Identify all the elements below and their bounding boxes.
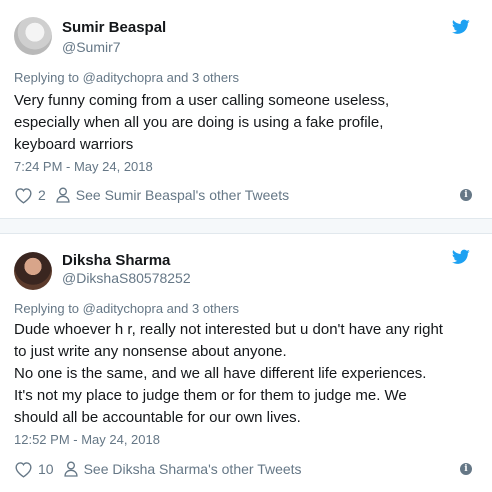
display-name[interactable]: Diksha Sharma: [62, 252, 170, 269]
like-count: 2: [38, 187, 46, 203]
display-name[interactable]: Sumir Beaspal: [62, 19, 166, 36]
like-button[interactable]: 2: [14, 187, 46, 204]
tweet-text-line: should all be accountable for our own li…: [14, 409, 301, 426]
tweet-text-line: to just write any nonsense about anyone.: [14, 343, 287, 360]
other-tweets-link[interactable]: See Diksha Sharma's other Tweets: [63, 461, 302, 477]
person-icon: [56, 187, 70, 203]
reply-prefix: Replying to: [14, 301, 83, 316]
reply-prefix: Replying to: [14, 70, 83, 85]
other-tweets-label: See Sumir Beaspal's other Tweets: [75, 187, 290, 203]
embedded-tweets-page: Sumir Beaspal @Sumir7 Replying to @adity…: [0, 0, 492, 492]
tweet-separator: [0, 218, 492, 234]
tweet-actions: 10 See Diksha Sharma's other Tweets: [14, 459, 302, 479]
other-tweets-link[interactable]: See Sumir Beaspal's other Tweets: [56, 187, 289, 203]
tweet-card: Sumir Beaspal @Sumir7 Replying to @adity…: [0, 0, 492, 220]
tweet-text: Dude whoever h r, really not interested …: [14, 319, 479, 429]
info-icon[interactable]: i: [460, 463, 472, 475]
info-icon[interactable]: i: [460, 189, 472, 201]
like-count: 10: [38, 461, 54, 477]
tweet-text-line: Very funny coming from a user calling so…: [14, 92, 390, 109]
user-handle[interactable]: @Sumir7: [62, 39, 121, 55]
tweet-text-line: Dude whoever h r, really not interested …: [14, 321, 443, 338]
avatar[interactable]: [14, 17, 52, 55]
heart-icon: [15, 187, 32, 204]
tweet-text-line: especially when all you are doing is usi…: [14, 114, 384, 131]
tweet-card: Diksha Sharma @DikshaS80578252 Replying …: [0, 234, 492, 492]
tweet-text-line: No one is the same, and we all have diff…: [14, 365, 427, 382]
user-handle[interactable]: @DikshaS80578252: [62, 270, 191, 286]
like-button[interactable]: 10: [14, 461, 54, 478]
mention-link[interactable]: @aditychopra: [83, 70, 163, 85]
twitter-bird-icon[interactable]: [452, 19, 470, 35]
other-tweets-label: See Diksha Sharma's other Tweets: [83, 461, 302, 477]
reply-context: Replying to @aditychopra and 3 others: [14, 301, 239, 316]
timestamp[interactable]: 12:52 PM - May 24, 2018: [14, 432, 160, 447]
mention-link[interactable]: @aditychopra: [83, 301, 163, 316]
tweet-actions: 2 See Sumir Beaspal's other Tweets: [14, 185, 289, 205]
reply-context: Replying to @aditychopra and 3 others: [14, 70, 239, 85]
heart-icon: [15, 461, 32, 478]
timestamp[interactable]: 7:24 PM - May 24, 2018: [14, 159, 153, 174]
tweet-text-line: keyboard warriors: [14, 136, 134, 153]
avatar[interactable]: [14, 252, 52, 290]
tweet-text-line: It's not my place to judge them or for t…: [14, 387, 407, 404]
reply-others[interactable]: and 3 others: [163, 70, 239, 85]
twitter-bird-icon[interactable]: [452, 249, 470, 265]
person-icon: [63, 461, 78, 477]
reply-others[interactable]: and 3 others: [163, 301, 239, 316]
tweet-text: Very funny coming from a user calling so…: [14, 90, 479, 156]
